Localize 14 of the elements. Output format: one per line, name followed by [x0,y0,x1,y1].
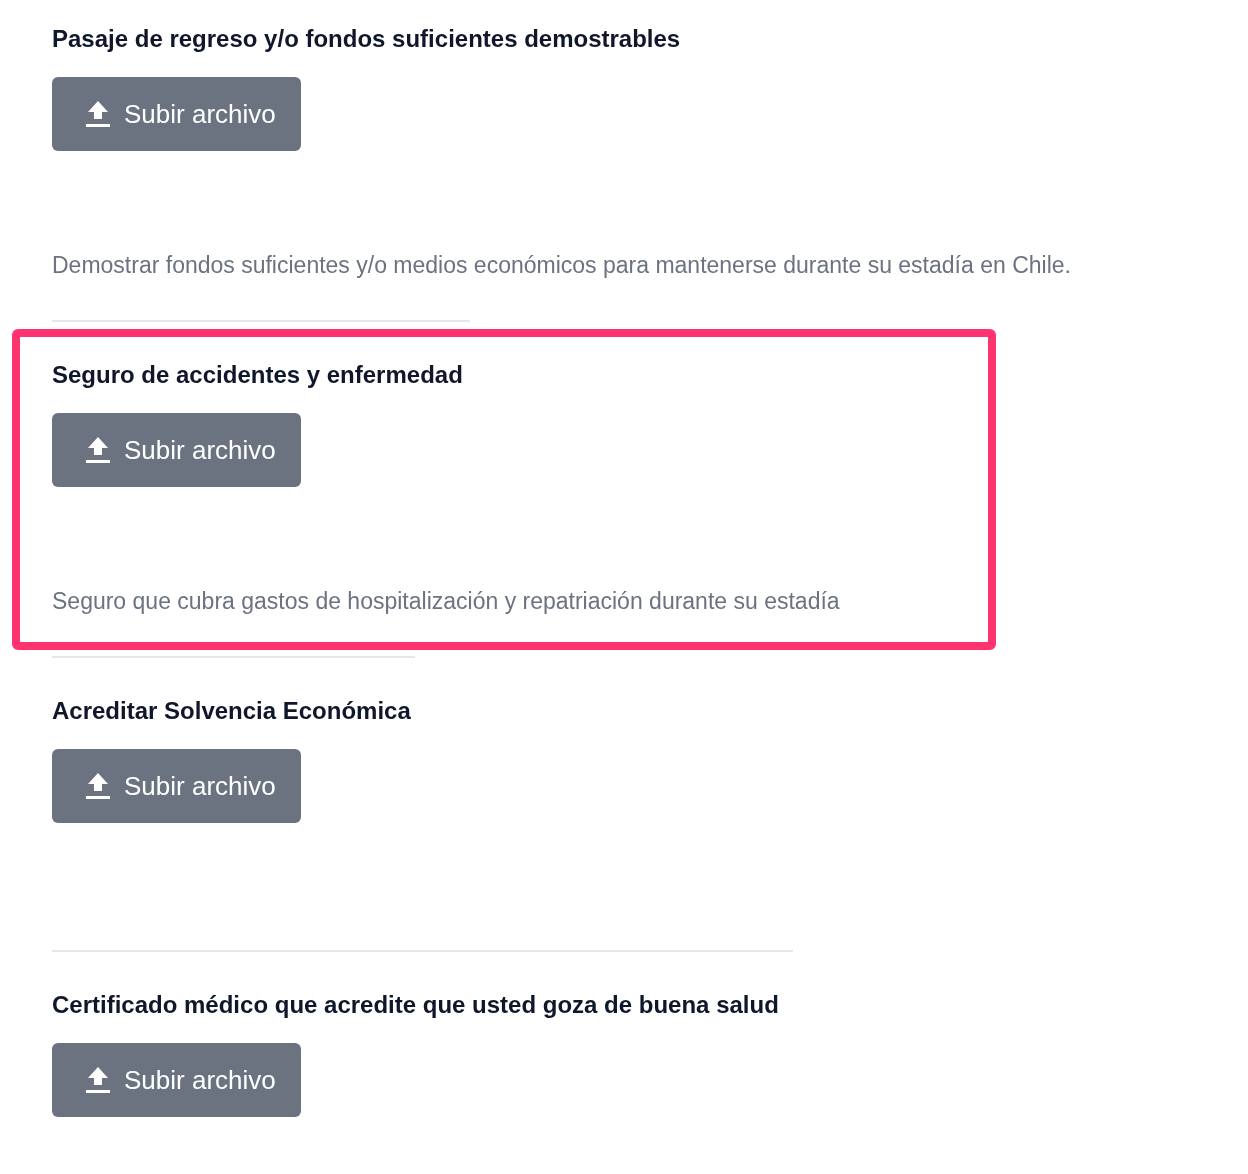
upload-icon [86,1066,110,1094]
upload-icon [86,772,110,800]
section-title: Certificado médico que acredite que usted goza de buena salud [52,990,780,1020]
upload-button[interactable]: Subir archivo [52,1043,301,1117]
upload-button[interactable]: Subir archivo [52,77,301,151]
section-title: Seguro de accidentes y enfermedad [52,360,464,390]
upload-icon [86,100,110,128]
section-description: Seguro que cubra gastos de hospitalización y repatriación durante su estadía [52,587,841,616]
upload-icon [86,436,110,464]
upload-button[interactable]: Subir archivo [52,413,301,487]
section-title: Pasaje de regreso y/o fondos suficientes demostrables [52,24,682,54]
section-title: Acreditar Solvencia Económica [52,696,412,726]
section-description: Demostrar fondos suficientes y/o medios económicos para mantenerse durante su estadía en Chile. [52,251,1072,280]
upload-button[interactable]: Subir archivo [52,749,301,823]
